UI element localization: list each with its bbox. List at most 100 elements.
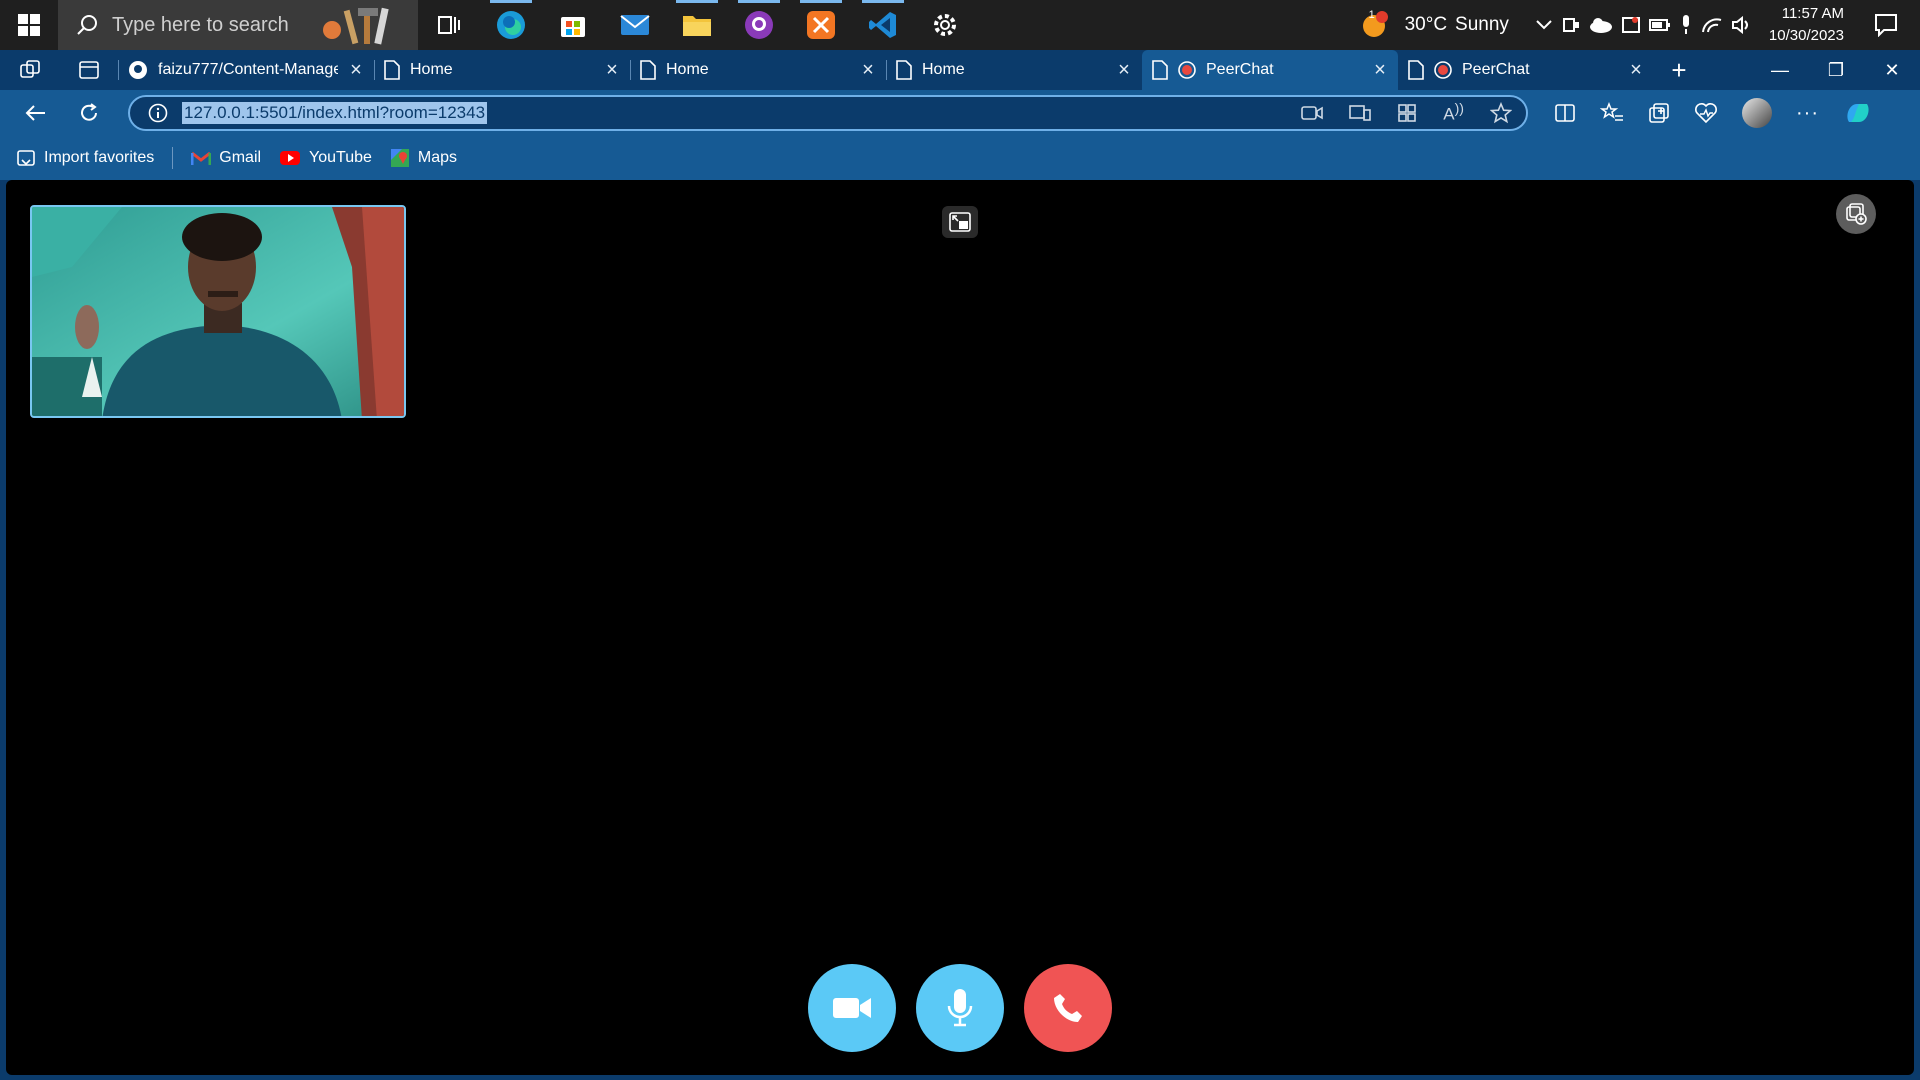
favorite-label: Gmail: [219, 149, 262, 166]
taskbar-file-explorer[interactable]: [666, 0, 728, 50]
taskbar-github-desktop[interactable]: [728, 0, 790, 50]
weather-widget[interactable]: 1 30°C Sunny: [1361, 9, 1509, 39]
tab-home-1[interactable]: Home ×: [374, 50, 630, 90]
taskbar-mail[interactable]: [604, 0, 666, 50]
camera-toggle-button[interactable]: [808, 964, 896, 1052]
back-button[interactable]: [8, 90, 62, 136]
defender-icon[interactable]: [1621, 15, 1641, 35]
close-tab-icon[interactable]: ×: [604, 59, 620, 82]
workspaces-icon[interactable]: [19, 59, 41, 81]
end-call-button[interactable]: [1024, 964, 1112, 1052]
tab-home-2[interactable]: Home ×: [630, 50, 886, 90]
page-icon: [1152, 60, 1168, 80]
close-window-icon[interactable]: ✕: [1864, 60, 1920, 81]
close-tab-icon[interactable]: ×: [1116, 59, 1132, 82]
close-tab-icon[interactable]: ×: [1372, 59, 1388, 82]
more-options-icon[interactable]: ···: [1796, 102, 1819, 125]
camera-in-use-icon[interactable]: [1301, 105, 1324, 121]
taskbar-vscode[interactable]: [852, 0, 914, 50]
folder-icon: [683, 16, 711, 36]
recording-icon: [1178, 61, 1196, 79]
favorite-maps[interactable]: Maps: [390, 148, 457, 168]
tab-title: Home: [922, 61, 965, 78]
split-screen-icon[interactable]: [1554, 103, 1576, 123]
refresh-icon: [81, 103, 97, 121]
page-icon: [384, 60, 400, 80]
picture-in-picture-button[interactable]: [942, 206, 978, 238]
system-tray: 1 30°C Sunny 11:57 AM 10/30/2023: [1361, 0, 1920, 50]
tab-title: Home: [666, 61, 709, 78]
favorite-label: YouTube: [309, 149, 372, 166]
weather-temp: 30°C: [1404, 14, 1448, 35]
taskbar-clock[interactable]: 11:57 AM 10/30/2023: [1761, 3, 1854, 47]
microphone-toggle-button[interactable]: [916, 964, 1004, 1052]
onedrive-cloud-icon[interactable]: [1589, 17, 1613, 33]
close-tab-icon[interactable]: ×: [348, 59, 364, 82]
video-call-page: [6, 180, 1914, 1075]
import-icon: [17, 150, 35, 166]
url-text[interactable]: 127.0.0.1:5501/index.html?room=12343: [182, 102, 488, 124]
call-controls: [808, 964, 1112, 1052]
app-available-icon[interactable]: [1349, 104, 1372, 122]
taskbar-edge[interactable]: [480, 0, 542, 50]
youtube-icon: [280, 151, 301, 165]
back-arrow-icon: [25, 105, 45, 121]
taskbar-xampp[interactable]: [790, 0, 852, 50]
refresh-button[interactable]: [62, 90, 116, 136]
github-desktop-icon: [745, 11, 773, 39]
page-icon: [896, 60, 912, 80]
microphone-tray-icon[interactable]: [1679, 14, 1693, 36]
tab-home-3[interactable]: Home ×: [886, 50, 1142, 90]
vscode-icon: [869, 12, 896, 38]
favorites-bar: Import favorites Gmail YouTube Maps: [0, 136, 1920, 180]
favorite-import[interactable]: Import favorites: [16, 148, 154, 168]
tab-github[interactable]: faizu777/Content-Manage ×: [118, 50, 374, 90]
close-tab-icon[interactable]: ×: [1628, 59, 1644, 82]
clock-date: 10/30/2023: [1768, 27, 1844, 44]
maps-icon: [390, 149, 409, 167]
restore-icon[interactable]: ❐: [1808, 60, 1864, 81]
taskbar-store[interactable]: [542, 0, 604, 50]
favorite-gmail[interactable]: Gmail: [191, 149, 261, 167]
clock-time: 11:57 AM: [1781, 5, 1844, 22]
copilot-icon[interactable]: [1843, 98, 1873, 128]
tab-actions: [0, 50, 118, 90]
favorite-youtube[interactable]: YouTube: [279, 149, 372, 167]
vertical-tabs-icon[interactable]: [78, 59, 100, 81]
wifi-icon[interactable]: [1701, 16, 1723, 34]
meet-now-icon[interactable]: [1561, 15, 1581, 35]
taskbar-settings[interactable]: [914, 0, 976, 50]
local-video-feed[interactable]: [30, 205, 406, 418]
share-screen-icon: [1846, 203, 1867, 225]
favorite-label: Maps: [417, 149, 458, 166]
new-tab-button[interactable]: +: [1654, 50, 1704, 90]
share-screen-button[interactable]: [1836, 194, 1876, 234]
site-info-icon[interactable]: [148, 103, 168, 123]
browser-toolbar: 127.0.0.1:5501/index.html?room=12343 A))…: [0, 90, 1920, 136]
profile-avatar[interactable]: [1742, 98, 1772, 128]
github-icon: [129, 61, 147, 79]
tab-title: Home: [410, 61, 453, 78]
read-aloud-icon[interactable]: A)): [1443, 101, 1464, 125]
task-view-button[interactable]: [418, 0, 480, 50]
extensions-grid-icon[interactable]: [1397, 103, 1417, 123]
collections-icon[interactable]: [1648, 102, 1670, 124]
close-tab-icon[interactable]: ×: [860, 59, 876, 82]
battery-icon[interactable]: [1648, 18, 1671, 32]
notifications-icon[interactable]: [1874, 13, 1898, 37]
favorites-list-icon[interactable]: [1600, 102, 1624, 124]
browser-essentials-icon[interactable]: [1694, 102, 1718, 124]
video-camera-icon: [833, 998, 871, 1018]
xampp-icon: [807, 11, 835, 39]
volume-icon[interactable]: [1731, 16, 1753, 34]
chevron-up-icon[interactable]: [1535, 19, 1553, 31]
favorite-star-icon[interactable]: [1490, 102, 1512, 124]
browser-tab-strip: faizu777/Content-Manage × Home × Home × …: [0, 50, 1920, 90]
tab-peerchat[interactable]: PeerChat ×: [1398, 50, 1654, 90]
settings-gear-icon: [934, 14, 956, 36]
taskbar-search-box[interactable]: Type here to search: [58, 0, 418, 50]
address-bar[interactable]: 127.0.0.1:5501/index.html?room=12343 A)): [128, 95, 1528, 131]
start-button[interactable]: [0, 0, 58, 50]
tab-peerchat-active[interactable]: PeerChat ×: [1142, 50, 1398, 90]
minimize-icon[interactable]: —: [1752, 60, 1808, 81]
